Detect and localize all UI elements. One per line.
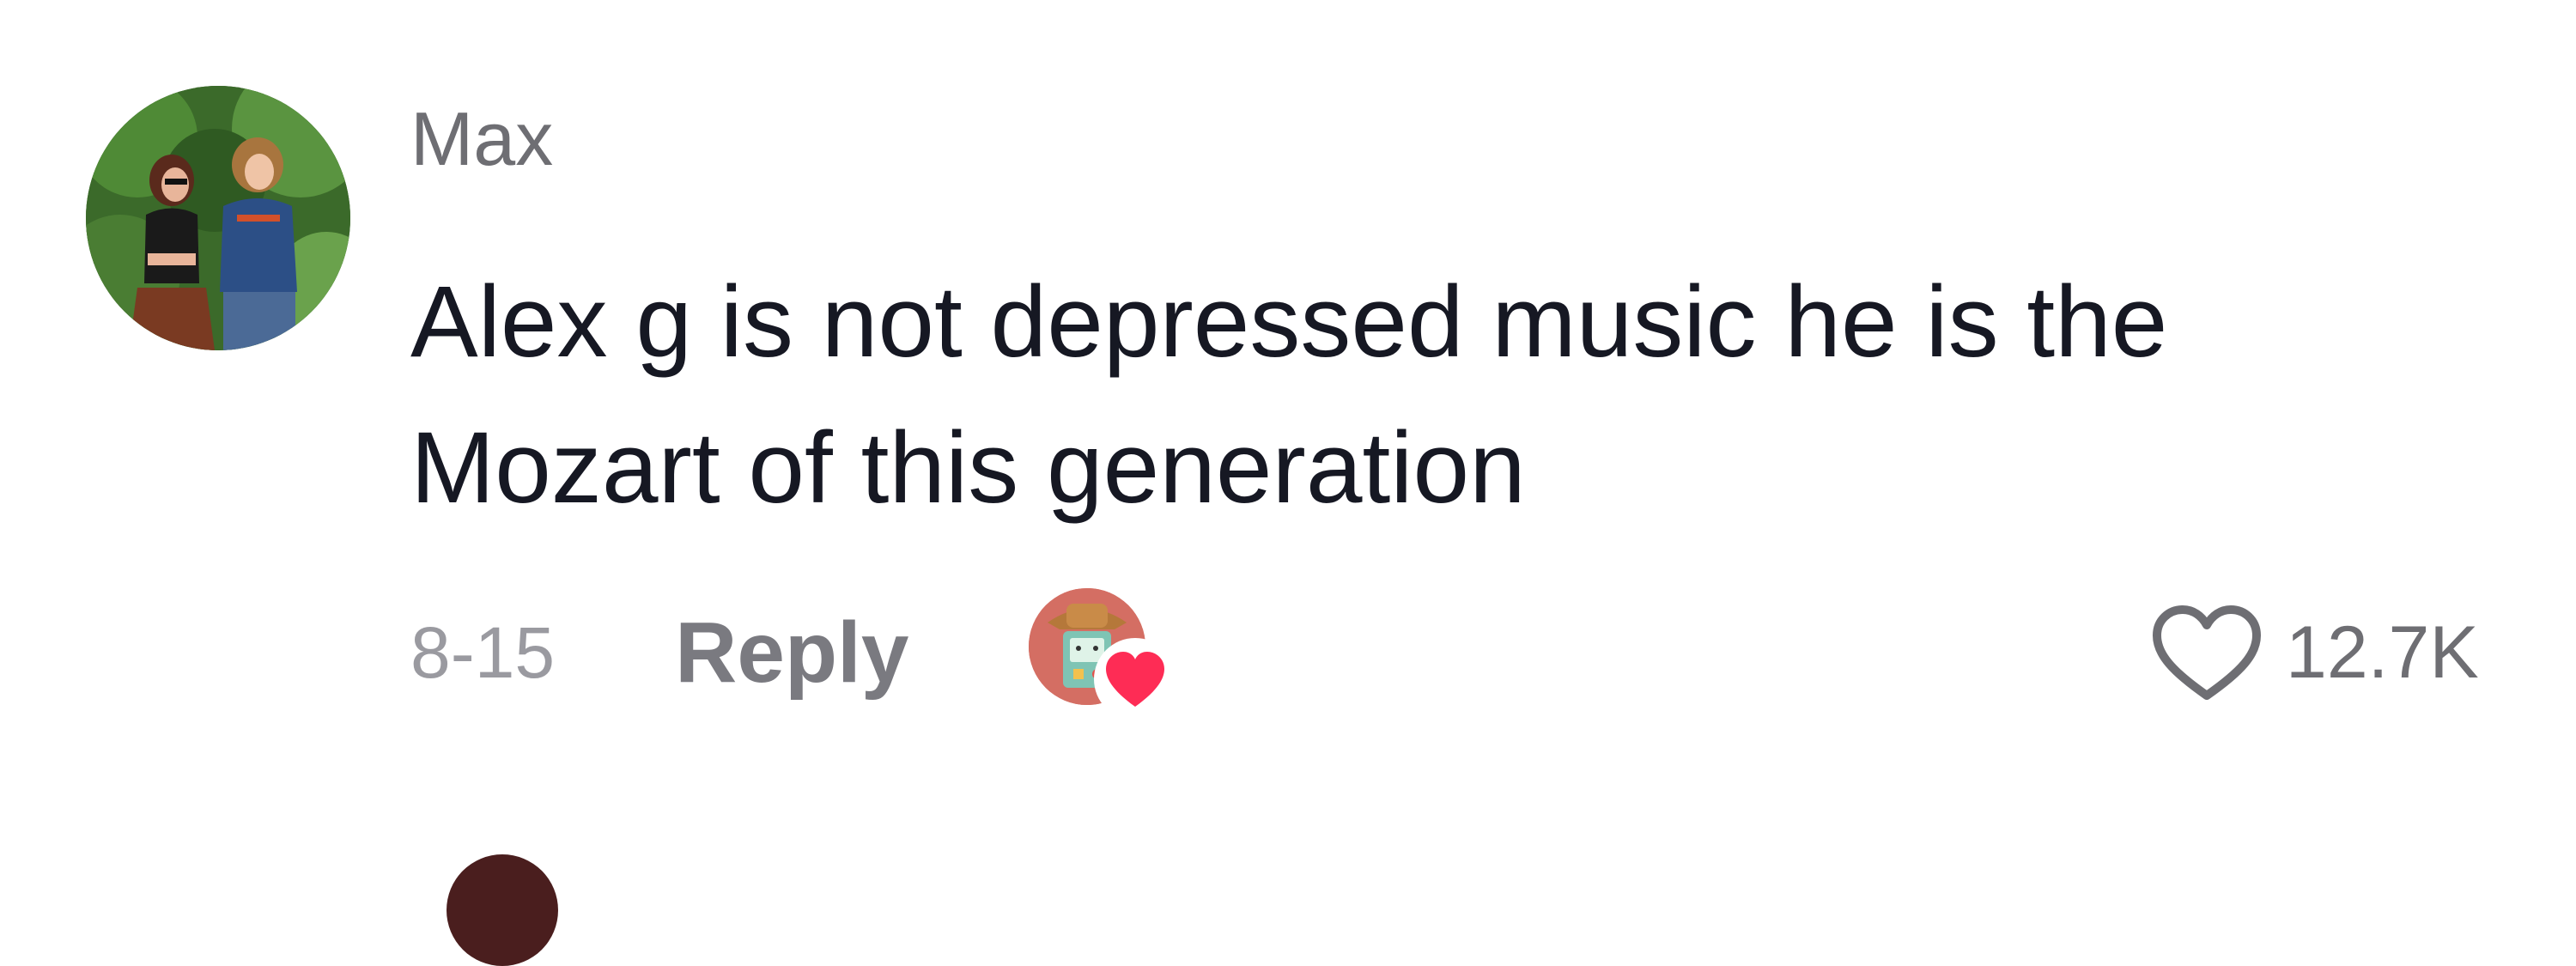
comment-text: Alex g is not depressed music he is the … [410,249,2471,541]
comment-item: Max Alex g is not depressed music he is … [0,0,2576,966]
reply-button[interactable]: Reply [675,604,908,702]
commenter-avatar[interactable] [86,86,350,350]
heart-filled-icon [1094,638,1177,720]
comment-date: 8-15 [410,611,556,693]
like-button[interactable]: 12.7K [2147,592,2479,713]
comment-text-line-2: Mozart of this generation [410,411,1526,525]
like-count: 12.7K [2286,611,2479,694]
heart-outline-icon [2153,605,2261,700]
liked-by-creator-indicator [1029,588,1177,720]
comment-meta-row: 8-15 Reply [410,588,1177,720]
next-comment-avatar[interactable] [447,854,558,966]
comment-text-line-1: Alex g is not depressed music he is the [410,265,2168,379]
commenter-username[interactable]: Max [410,101,553,177]
